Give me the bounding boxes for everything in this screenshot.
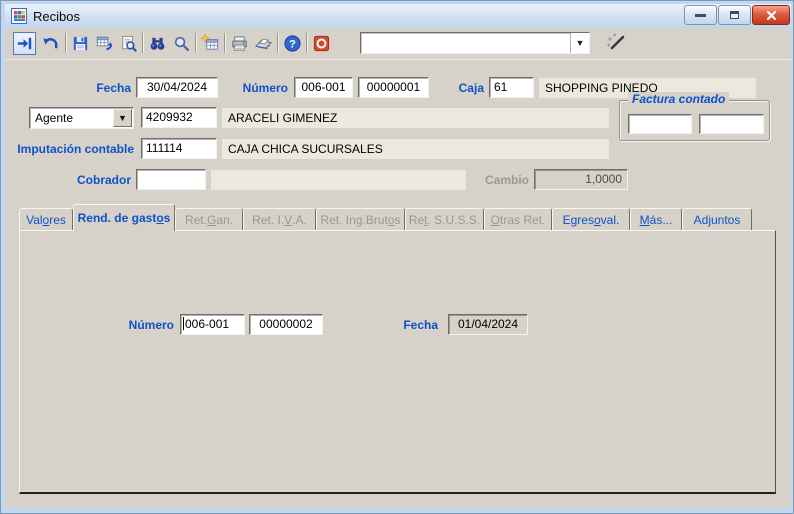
new-record-button[interactable] <box>199 32 222 55</box>
save-icon <box>71 34 90 53</box>
exit-button[interactable] <box>310 32 333 55</box>
confirm-icon <box>15 34 34 53</box>
print-icon <box>230 34 249 53</box>
caja-code-field[interactable]: 61 <box>489 77 534 98</box>
wand-icon <box>605 33 627 55</box>
toolbar-separator <box>224 33 226 53</box>
factura-contado-label: Factura contado <box>628 92 729 106</box>
window-title: Recibos <box>33 9 80 24</box>
app-icon <box>11 8 27 24</box>
text-caret <box>183 317 184 330</box>
agente-code-field[interactable]: 4209932 <box>141 107 217 128</box>
tab-page-rend-de-gastos <box>19 230 776 494</box>
toolbar-separator <box>65 33 67 53</box>
agente-combobox-value: Agente <box>30 108 112 128</box>
copy-record-icon <box>95 34 114 53</box>
tab-ret-iva: Ret. I.V.A. <box>243 208 316 230</box>
comprobante-serie-field[interactable]: 006-001 <box>180 314 245 335</box>
toolbar-separator <box>277 33 279 53</box>
label-fecha: Fecha <box>41 81 131 95</box>
cobrador-name-display <box>211 170 466 190</box>
imputacion-code-field[interactable]: 111114 <box>141 138 217 159</box>
help-icon: ? <box>283 34 302 53</box>
comprobante-numero-field[interactable]: 00000002 <box>249 314 323 335</box>
tab-egreso-val[interactable]: Egreso val. <box>552 208 630 230</box>
tab-ret-ing-brutos: Ret. Ing.Brutos <box>316 208 405 230</box>
wand-button[interactable] <box>603 31 629 57</box>
undo-button[interactable] <box>39 32 62 55</box>
fecha-field[interactable]: 30/04/2024 <box>136 77 218 98</box>
dropdown-arrow-icon[interactable]: ▼ <box>113 109 132 127</box>
label-comprobante-numero: Número <box>109 318 174 332</box>
scan-icon <box>254 34 273 53</box>
label-cobrador: Cobrador <box>49 173 131 187</box>
agente-combobox[interactable]: Agente ▼ <box>29 107 134 129</box>
maximize-icon <box>730 11 739 19</box>
print-button[interactable] <box>228 32 251 55</box>
confirm-button[interactable] <box>13 32 36 55</box>
app-window: Recibos <box>0 0 794 514</box>
label-numero: Número <box>211 81 288 95</box>
search-icon <box>172 34 191 53</box>
factura-contado-field-2[interactable] <box>699 114 764 134</box>
help-button[interactable]: ? <box>281 32 304 55</box>
dropdown-arrow-icon[interactable]: ▼ <box>570 33 589 53</box>
comprobante-fecha-field: 01/04/2024 <box>448 314 528 335</box>
cambio-field: 1,0000 <box>534 169 628 190</box>
find-icon <box>148 34 167 53</box>
close-icon <box>766 10 777 21</box>
print-preview-icon <box>119 34 138 53</box>
print-preview-button[interactable] <box>117 32 140 55</box>
toolbar-combobox[interactable]: ▼ <box>360 32 590 54</box>
search-button[interactable] <box>170 32 193 55</box>
cobrador-code-field[interactable] <box>136 169 206 190</box>
find-button[interactable] <box>146 32 169 55</box>
numero-serie-field[interactable]: 006-001 <box>294 77 353 98</box>
tab-ret-gan: Ret. Gan. <box>175 208 243 230</box>
tab-rend-de-gastos[interactable]: Rend. de gastos <box>73 204 175 231</box>
label-caja: Caja <box>421 81 484 95</box>
copy-record-button[interactable] <box>93 32 116 55</box>
label-cambio: Cambio <box>456 173 529 187</box>
factura-contado-group: Factura contado <box>619 100 770 141</box>
toolbar-separator <box>195 33 197 53</box>
new-record-icon <box>201 34 220 53</box>
numero-field[interactable]: 00000001 <box>358 77 429 98</box>
minimize-button[interactable] <box>684 5 717 25</box>
tab-otras-ret: Otras Ret. <box>484 208 552 230</box>
toolbar-separator <box>306 33 308 53</box>
label-imputacion-contable: Imputación contable <box>9 142 134 156</box>
agente-name-display: ARACELI GIMENEZ <box>222 108 609 128</box>
titlebar[interactable]: Recibos <box>5 4 791 28</box>
label-comprobante-fecha: Fecha <box>391 318 438 332</box>
factura-contado-field-1[interactable] <box>628 114 692 134</box>
svg-text:?: ? <box>289 38 296 50</box>
tab-adjuntos[interactable]: Adjuntos <box>682 208 752 230</box>
save-button[interactable] <box>69 32 92 55</box>
tab-ret-suss: Ret. S.U.S.S. <box>405 208 484 230</box>
toolbar-separator <box>142 33 144 53</box>
close-button[interactable] <box>752 5 790 25</box>
minimize-icon <box>695 14 706 17</box>
imputacion-name-display: CAJA CHICA SUCURSALES <box>222 139 609 159</box>
tab-valores[interactable]: Valores <box>19 208 73 230</box>
exit-icon <box>312 34 331 53</box>
scan-button[interactable] <box>252 32 275 55</box>
undo-icon <box>41 34 60 53</box>
toolbar: ? ▼ <box>5 28 791 60</box>
toolbar-combobox-value <box>361 33 570 53</box>
tab-mas[interactable]: Más... <box>630 208 682 230</box>
maximize-button[interactable] <box>718 5 751 25</box>
